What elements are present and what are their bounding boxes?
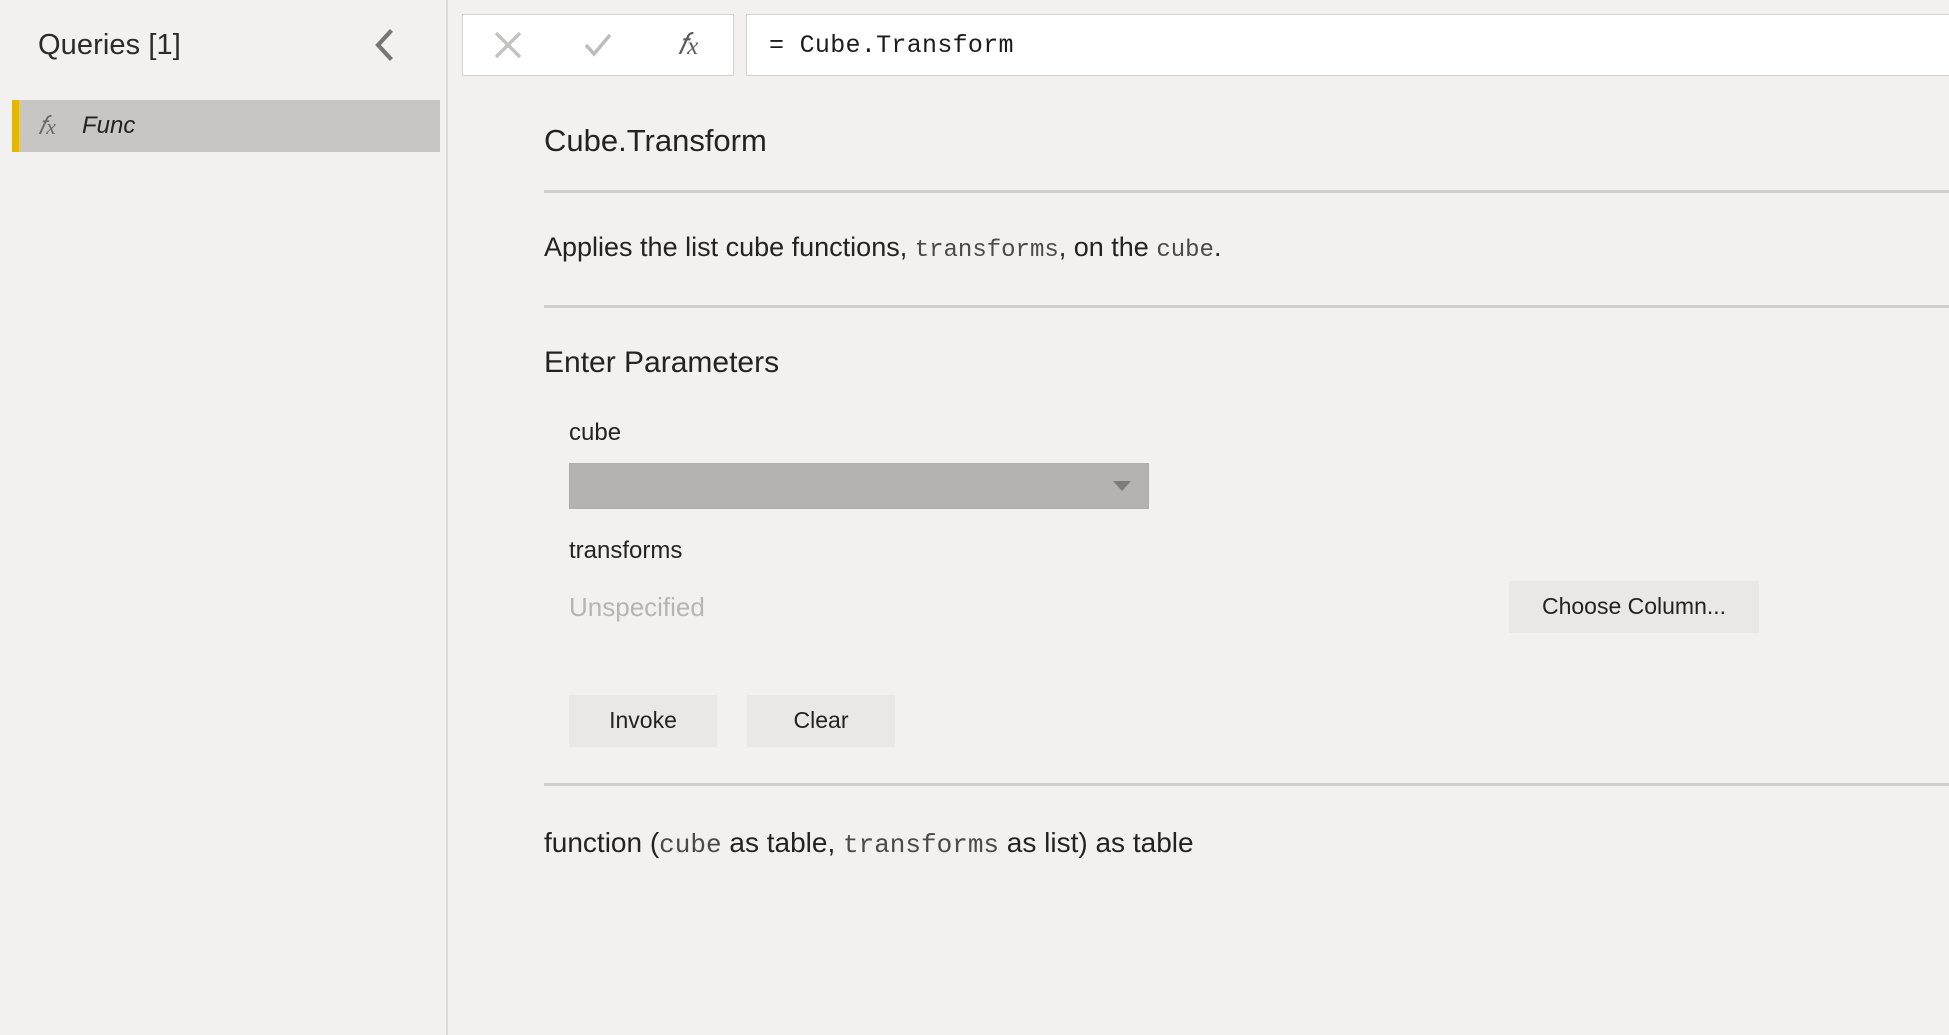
- formula-bar-buttons: 𝑓x: [462, 14, 734, 76]
- fx-icon[interactable]: 𝑓x: [653, 16, 723, 74]
- signature-param-cube: cube: [659, 829, 722, 860]
- function-doc-area: Cube.Transform Applies the list cube fun…: [448, 90, 1949, 903]
- parameter-fields: cube transforms Unspecified Choose Colum…: [544, 418, 1949, 633]
- description-text-3: .: [1213, 232, 1222, 262]
- parameter-transforms-placeholder[interactable]: Unspecified: [569, 594, 705, 620]
- parameter-cube-dropdown[interactable]: [569, 462, 1149, 509]
- description-text-2: , on the: [1058, 232, 1157, 262]
- description-code-cube: cube: [1156, 237, 1214, 264]
- signature-keyword-1: as table,: [721, 826, 843, 858]
- invoke-button[interactable]: Invoke: [569, 694, 717, 747]
- parameter-transforms-label: transforms: [569, 536, 683, 564]
- selection-accent-bar: [12, 100, 19, 152]
- signature-keyword-function: function (: [544, 826, 660, 858]
- parameter-cube-label: cube: [569, 418, 622, 446]
- function-signature-section: function (cube as table, transforms as l…: [544, 786, 1949, 903]
- close-icon[interactable]: [473, 16, 543, 74]
- fx-icon: 𝑓x: [38, 111, 56, 140]
- parameter-transforms-row: Unspecified Choose Column...: [569, 580, 1949, 633]
- function-signature: function (cube as table, transforms as l…: [544, 786, 1949, 903]
- clear-button[interactable]: Clear: [747, 694, 895, 747]
- enter-parameters-section: Enter Parameters cube transforms Unspeci…: [544, 308, 1949, 783]
- parameter-cube: cube: [569, 418, 1949, 509]
- formula-bar: 𝑓x = Cube.Transform: [448, 0, 1949, 90]
- queries-header: Queries [1]: [38, 25, 426, 65]
- choose-column-button[interactable]: Choose Column...: [1509, 580, 1759, 633]
- signature-keyword-2: as list) as table: [999, 826, 1194, 858]
- enter-parameters-heading: Enter Parameters: [544, 345, 780, 379]
- queries-pane-title: Queries [1]: [38, 28, 181, 61]
- description-code-transforms: transforms: [914, 237, 1059, 264]
- parameter-transforms: transforms Unspecified Choose Column...: [569, 536, 1949, 633]
- check-icon[interactable]: [563, 16, 633, 74]
- signature-param-transforms: transforms: [843, 829, 1000, 860]
- sidebar-item-func[interactable]: 𝑓x Func: [12, 100, 440, 152]
- function-description: Applies the list cube functions, transfo…: [544, 193, 1949, 305]
- sidebar-item-label: Func: [82, 112, 136, 139]
- formula-input[interactable]: = Cube.Transform: [746, 14, 1949, 76]
- main-pane: 𝑓x = Cube.Transform Cube.Transform Appli…: [448, 0, 1949, 1035]
- action-buttons: Invoke Clear: [544, 694, 1949, 747]
- function-description-section: Applies the list cube functions, transfo…: [544, 193, 1949, 308]
- description-text-1: Applies the list cube functions,: [544, 232, 915, 262]
- queries-pane: Queries [1] 𝑓x Func: [0, 0, 448, 1035]
- query-list: 𝑓x Func: [12, 100, 440, 152]
- chevron-down-icon: [1112, 480, 1132, 492]
- function-title-section: Cube.Transform: [544, 90, 1949, 193]
- function-title: Cube.Transform: [544, 123, 767, 158]
- power-query-function-editor: Queries [1] 𝑓x Func 𝑓x = Cube.Transform …: [0, 0, 1949, 1035]
- chevron-left-icon[interactable]: [367, 28, 401, 62]
